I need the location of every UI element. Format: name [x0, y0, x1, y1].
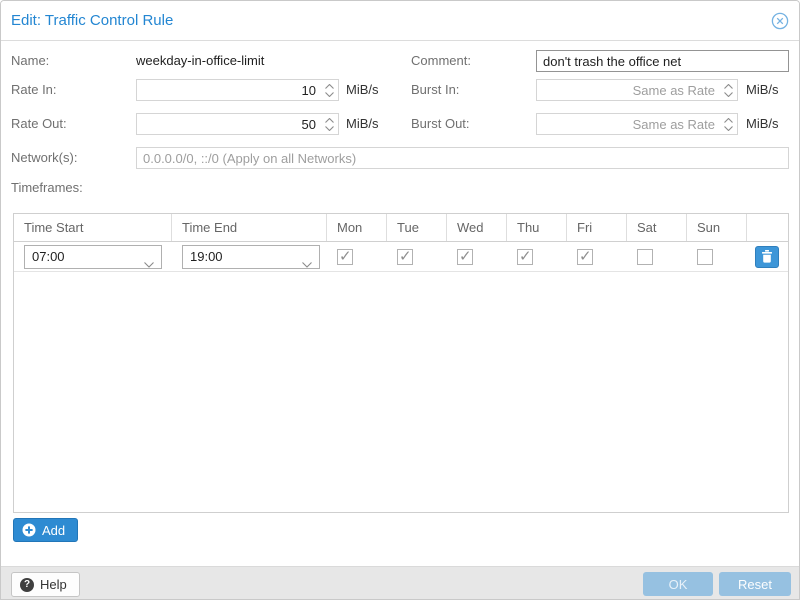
burst-out-label: Burst Out:	[411, 113, 470, 135]
help-button[interactable]: Help	[11, 572, 80, 597]
networks-label: Network(s):	[11, 147, 77, 169]
time-start-combo[interactable]: 07:00	[24, 245, 162, 269]
burst-in-label: Burst In:	[411, 79, 459, 101]
chevron-down-icon	[144, 255, 154, 273]
column-header-wed[interactable]: Wed	[447, 214, 507, 241]
comment-label: Comment:	[411, 50, 471, 72]
time-start-value: 07:00	[32, 246, 65, 268]
column-header-sun[interactable]: Sun	[687, 214, 747, 241]
spinner-arrows-icon[interactable]	[719, 80, 737, 100]
spinner-arrows-icon[interactable]	[320, 114, 338, 134]
mon-checkbox[interactable]	[337, 249, 353, 265]
sat-checkbox[interactable]	[637, 249, 653, 265]
time-end-combo[interactable]: 19:00	[182, 245, 320, 269]
trash-icon	[761, 250, 773, 263]
spinner-arrows-icon[interactable]	[320, 80, 338, 100]
wed-checkbox[interactable]	[457, 249, 473, 265]
ok-button[interactable]: OK	[643, 572, 713, 596]
column-header-time-end[interactable]: Time End	[172, 214, 327, 241]
timeframes-label: Timeframes:	[11, 177, 83, 199]
rate-out-label: Rate Out:	[11, 113, 67, 135]
rate-out-unit: MiB/s	[346, 113, 379, 135]
sun-checkbox[interactable]	[697, 249, 713, 265]
column-header-tue[interactable]: Tue	[387, 214, 447, 241]
dialog-footer: Help OK Reset	[1, 566, 799, 600]
column-header-fri[interactable]: Fri	[567, 214, 627, 241]
rate-in-input[interactable]	[137, 80, 320, 100]
question-circle-icon	[20, 578, 34, 592]
burst-out-input[interactable]	[537, 114, 719, 134]
column-header-actions	[747, 214, 788, 241]
traffic-control-rule-dialog: Edit: Traffic Control Rule Name: weekday…	[0, 0, 800, 600]
comment-input[interactable]	[536, 50, 789, 72]
burst-out-unit: MiB/s	[746, 113, 779, 135]
timeframes-table-header: Time Start Time End Mon Tue Wed Thu Fri …	[14, 214, 788, 242]
dialog-title: Edit: Traffic Control Rule	[11, 1, 173, 40]
spinner-arrows-icon[interactable]	[719, 114, 737, 134]
time-end-value: 19:00	[190, 246, 223, 268]
name-label: Name:	[11, 50, 49, 72]
rate-in-spinner	[136, 79, 339, 101]
fri-checkbox[interactable]	[577, 249, 593, 265]
close-icon[interactable]	[771, 12, 789, 30]
networks-input[interactable]	[136, 147, 789, 169]
rate-in-label: Rate In:	[11, 79, 57, 101]
column-header-sat[interactable]: Sat	[627, 214, 687, 241]
burst-in-input[interactable]	[537, 80, 719, 100]
burst-out-spinner	[536, 113, 738, 135]
column-header-time-start[interactable]: Time Start	[14, 214, 172, 241]
burst-in-spinner	[536, 79, 738, 101]
chevron-down-icon	[302, 255, 312, 273]
add-button-label: Add	[42, 523, 65, 538]
rate-out-spinner	[136, 113, 339, 135]
column-header-thu[interactable]: Thu	[507, 214, 567, 241]
name-value: weekday-in-office-limit	[136, 50, 264, 72]
add-button[interactable]: Add	[13, 518, 78, 542]
reset-button[interactable]: Reset	[719, 572, 791, 596]
help-button-label: Help	[40, 577, 67, 592]
plus-circle-icon	[22, 523, 36, 537]
dialog-titlebar: Edit: Traffic Control Rule	[1, 1, 799, 41]
timeframe-row: 07:00 19:00	[14, 242, 788, 272]
tue-checkbox[interactable]	[397, 249, 413, 265]
burst-in-unit: MiB/s	[746, 79, 779, 101]
rate-out-input[interactable]	[137, 114, 320, 134]
timeframes-table: Time Start Time End Mon Tue Wed Thu Fri …	[13, 213, 789, 513]
delete-row-button[interactable]	[755, 246, 779, 268]
rate-in-unit: MiB/s	[346, 79, 379, 101]
column-header-mon[interactable]: Mon	[327, 214, 387, 241]
thu-checkbox[interactable]	[517, 249, 533, 265]
